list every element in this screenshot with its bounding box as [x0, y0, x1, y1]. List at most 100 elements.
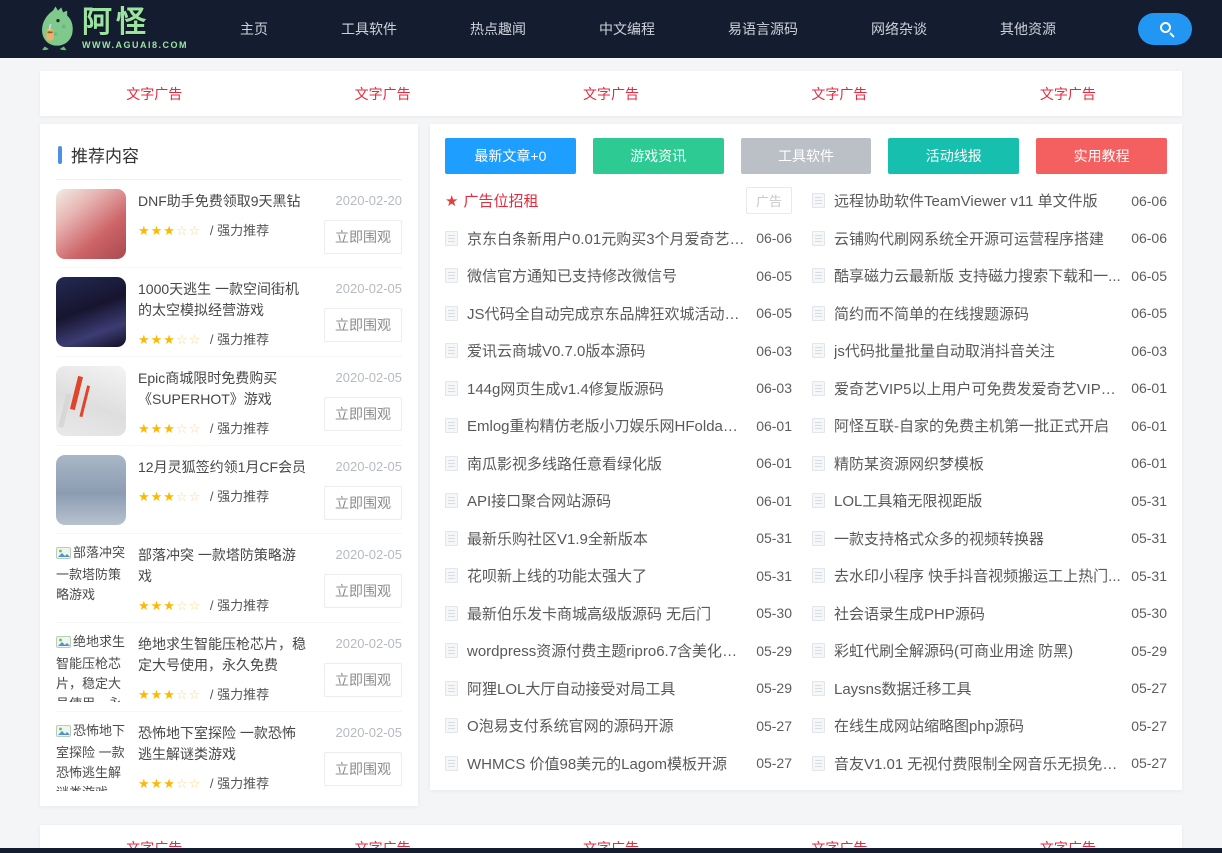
article-row[interactable]: 远程协助软件TeamViewer v11 单文件版 06-06: [812, 182, 1167, 220]
article-title[interactable]: 最新伯乐发卡商城高级版源码 无后门: [467, 603, 746, 624]
article-row[interactable]: JS代码全自动完成京东品牌狂欢城活动任务 06-05: [445, 295, 792, 333]
nav-item[interactable]: 易语言源码: [728, 0, 798, 59]
article-title[interactable]: 在线生成网站缩略图php源码: [834, 715, 1121, 736]
article-row[interactable]: 一款支持格式众多的视频转换器 05-31: [812, 520, 1167, 558]
category-tab-button[interactable]: 工具软件: [740, 138, 872, 174]
recommended-item-title[interactable]: 12月灵狐签约领1月CF会员: [138, 457, 308, 478]
article-title[interactable]: 一款支持格式众多的视频转换器: [834, 528, 1121, 549]
view-now-button[interactable]: 立即围观: [324, 397, 402, 431]
view-now-button[interactable]: 立即围观: [324, 486, 402, 520]
site-logo[interactable]: 阿怪 WWW.AGUAI8.COM: [28, 4, 188, 54]
text-ad-link[interactable]: 文字广告: [954, 84, 1182, 104]
article-title[interactable]: WHMCS 价值98美元的Lagom模板开源: [467, 753, 746, 774]
text-ad-link[interactable]: 文字广告: [40, 84, 268, 104]
article-row[interactable]: 去水印小程序 快手抖音视频搬运工上热门... 05-31: [812, 557, 1167, 595]
article-row[interactable]: 阿狸LOL大厅自动接受对局工具 05-29: [445, 670, 792, 708]
article-row[interactable]: 最新乐购社区V1.9全新版本 05-31: [445, 520, 792, 558]
article-title[interactable]: LOL工具箱无限视距版: [834, 490, 1121, 511]
article-title[interactable]: 彩虹代刷全解源码(可商业用途 防黑): [834, 640, 1121, 661]
article-row[interactable]: 花呗新上线的功能太强大了 05-31: [445, 557, 792, 595]
search-button[interactable]: [1138, 13, 1192, 45]
article-title[interactable]: 去水印小程序 快手抖音视频搬运工上热门...: [834, 565, 1121, 586]
text-ad-link[interactable]: 文字广告: [497, 84, 725, 104]
article-title[interactable]: js代码批量批量自动取消抖音关注: [834, 340, 1121, 361]
recommended-item-title[interactable]: 1000天逃生 一款空间街机的太空模拟经营游戏: [138, 279, 308, 321]
article-title[interactable]: 阿怪互联-自家的免费主机第一批正式开启: [834, 415, 1121, 436]
article-title[interactable]: wordpress资源付费主题ripro6.7含美化包...: [467, 640, 746, 661]
article-title[interactable]: 南瓜影视多线路任意看绿化版: [467, 453, 746, 474]
recommended-item[interactable]: 1000天逃生 一款空间街机的太空模拟经营游戏 1000天逃生 一款空间街机的太…: [56, 268, 402, 357]
article-title[interactable]: 爱讯云商城V0.7.0版本源码: [467, 340, 746, 361]
article-row[interactable]: 144g网页生成v1.4修复版源码 06-03: [445, 370, 792, 408]
recommended-item-title[interactable]: 绝地求生智能压枪芯片，稳定大号使用，永久免费: [138, 634, 308, 676]
recommended-item-title[interactable]: DNF助手免费领取9天黑钻: [138, 191, 308, 212]
article-title[interactable]: API接口聚合网站源码: [467, 490, 746, 511]
view-now-button[interactable]: 立即围观: [324, 663, 402, 697]
text-ad-link[interactable]: 文字广告: [268, 84, 496, 104]
ad-slot-label[interactable]: 广告位招租: [463, 190, 746, 211]
article-row[interactable]: 简约而不简单的在线搜题源码 06-05: [812, 295, 1167, 333]
article-row[interactable]: 最新伯乐发卡商城高级版源码 无后门 05-30: [445, 595, 792, 633]
nav-item[interactable]: 热点趣闻: [470, 0, 526, 59]
recommended-item[interactable]: 绝地求生智能压枪芯片，稳定大号使用，永久免费 绝地求生智能压枪芯片，稳定大号使用…: [56, 623, 402, 712]
article-title[interactable]: 阿狸LOL大厅自动接受对局工具: [467, 678, 746, 699]
article-title[interactable]: 京东白条新用户0.01元购买3个月爱奇艺黄...: [467, 228, 746, 249]
article-title[interactable]: 云铺购代刷网系统全开源可运营程序搭建: [834, 228, 1121, 249]
article-row[interactable]: 音友V1.01 无视付费限制全网音乐无损免费... 05-27: [812, 745, 1167, 783]
article-title[interactable]: 远程协助软件TeamViewer v11 单文件版: [834, 190, 1121, 211]
article-row[interactable]: 阿怪互联-自家的免费主机第一批正式开启 06-01: [812, 407, 1167, 445]
article-title[interactable]: Emlog重构精仿老版小刀娱乐网HFoldao模...: [467, 415, 746, 436]
category-tab-button[interactable]: 实用教程: [1036, 138, 1167, 174]
article-row[interactable]: js代码批量批量自动取消抖音关注 06-03: [812, 332, 1167, 370]
article-row[interactable]: LOL工具箱无限视距版 05-31: [812, 482, 1167, 520]
article-row[interactable]: wordpress资源付费主题ripro6.7含美化包... 05-29: [445, 632, 792, 670]
recommended-item[interactable]: Epic商城限时免费购买《SUPERHOT》游戏 Epic商城限时免费购买《SU…: [56, 357, 402, 446]
view-now-button[interactable]: 立即围观: [324, 752, 402, 786]
article-row[interactable]: API接口聚合网站源码 06-01: [445, 482, 792, 520]
article-title[interactable]: 简约而不简单的在线搜题源码: [834, 303, 1121, 324]
article-title[interactable]: 社会语录生成PHP源码: [834, 603, 1121, 624]
recommended-item-title[interactable]: Epic商城限时免费购买《SUPERHOT》游戏: [138, 368, 308, 410]
category-tab-button[interactable]: 游戏资讯: [592, 138, 724, 174]
nav-item[interactable]: 主页: [240, 0, 268, 59]
recommended-item[interactable]: DNF助手免费领取9天黑钻 DNF助手免费领取9天黑钻 ★★★☆☆ / 强力推荐…: [56, 180, 402, 268]
article-title[interactable]: 爱奇艺VIP5以上用户可免费发爱奇艺VIP红包: [834, 378, 1121, 399]
article-row[interactable]: 南瓜影视多线路任意看绿化版 06-01: [445, 445, 792, 483]
recommended-item-title[interactable]: 部落冲突 一款塔防策略游戏: [138, 545, 308, 587]
article-row[interactable]: 京东白条新用户0.01元购买3个月爱奇艺黄... 06-06: [445, 220, 792, 258]
nav-item[interactable]: 工具软件: [341, 0, 397, 59]
article-title[interactable]: Laysns数据迁移工具: [834, 678, 1121, 699]
article-row[interactable]: 云铺购代刷网系统全开源可运营程序搭建 06-06: [812, 220, 1167, 258]
article-row[interactable]: 在线生成网站缩略图php源码 05-27: [812, 707, 1167, 745]
article-title[interactable]: 144g网页生成v1.4修复版源码: [467, 378, 746, 399]
article-row[interactable]: O泡易支付系统官网的源码开源 05-27: [445, 707, 792, 745]
view-now-button[interactable]: 立即围观: [324, 574, 402, 608]
article-title[interactable]: O泡易支付系统官网的源码开源: [467, 715, 746, 736]
nav-item[interactable]: 其他资源: [1000, 0, 1056, 59]
article-title[interactable]: JS代码全自动完成京东品牌狂欢城活动任务: [467, 303, 746, 324]
category-tab-button[interactable]: 最新文章+0: [445, 138, 576, 174]
view-now-button[interactable]: 立即围观: [324, 220, 402, 254]
article-row[interactable]: Laysns数据迁移工具 05-27: [812, 670, 1167, 708]
article-title[interactable]: 微信官方通知已支持修改微信号: [467, 265, 746, 286]
text-ad-link[interactable]: 文字广告: [725, 84, 953, 104]
article-row[interactable]: 爱奇艺VIP5以上用户可免费发爱奇艺VIP红包 06-01: [812, 370, 1167, 408]
recommended-item-title[interactable]: 恐怖地下室探险 一款恐怖逃生解谜类游戏: [138, 723, 308, 765]
ad-slot-row[interactable]: ★ 广告位招租 广告: [445, 182, 792, 220]
article-row[interactable]: 酷享磁力云最新版 支持磁力搜索下载和一... 06-05: [812, 257, 1167, 295]
article-title[interactable]: 音友V1.01 无视付费限制全网音乐无损免费...: [834, 753, 1121, 774]
view-now-button[interactable]: 立即围观: [324, 308, 402, 342]
category-tab-button[interactable]: 活动线报: [888, 138, 1020, 174]
article-title[interactable]: 花呗新上线的功能太强大了: [467, 565, 746, 586]
recommended-item[interactable]: 恐怖地下室探险 一款恐怖逃生解谜类游戏 恐怖地下室探险 一款恐怖逃生解谜类游戏 …: [56, 712, 402, 800]
article-title[interactable]: 最新乐购社区V1.9全新版本: [467, 528, 746, 549]
article-row[interactable]: Emlog重构精仿老版小刀娱乐网HFoldao模... 06-01: [445, 407, 792, 445]
article-row[interactable]: WHMCS 价值98美元的Lagom模板开源 05-27: [445, 745, 792, 783]
article-title[interactable]: 酷享磁力云最新版 支持磁力搜索下载和一...: [834, 265, 1121, 286]
recommended-item[interactable]: 部落冲突 一款塔防策略游戏 部落冲突 一款塔防策略游戏 ★★★☆☆ / 强力推荐…: [56, 534, 402, 623]
nav-item[interactable]: 网络杂谈: [871, 0, 927, 59]
article-row[interactable]: 爱讯云商城V0.7.0版本源码 06-03: [445, 332, 792, 370]
article-title[interactable]: 精防某资源网织梦模板: [834, 453, 1121, 474]
article-row[interactable]: 彩虹代刷全解源码(可商业用途 防黑) 05-29: [812, 632, 1167, 670]
nav-item[interactable]: 中文编程: [599, 0, 655, 59]
